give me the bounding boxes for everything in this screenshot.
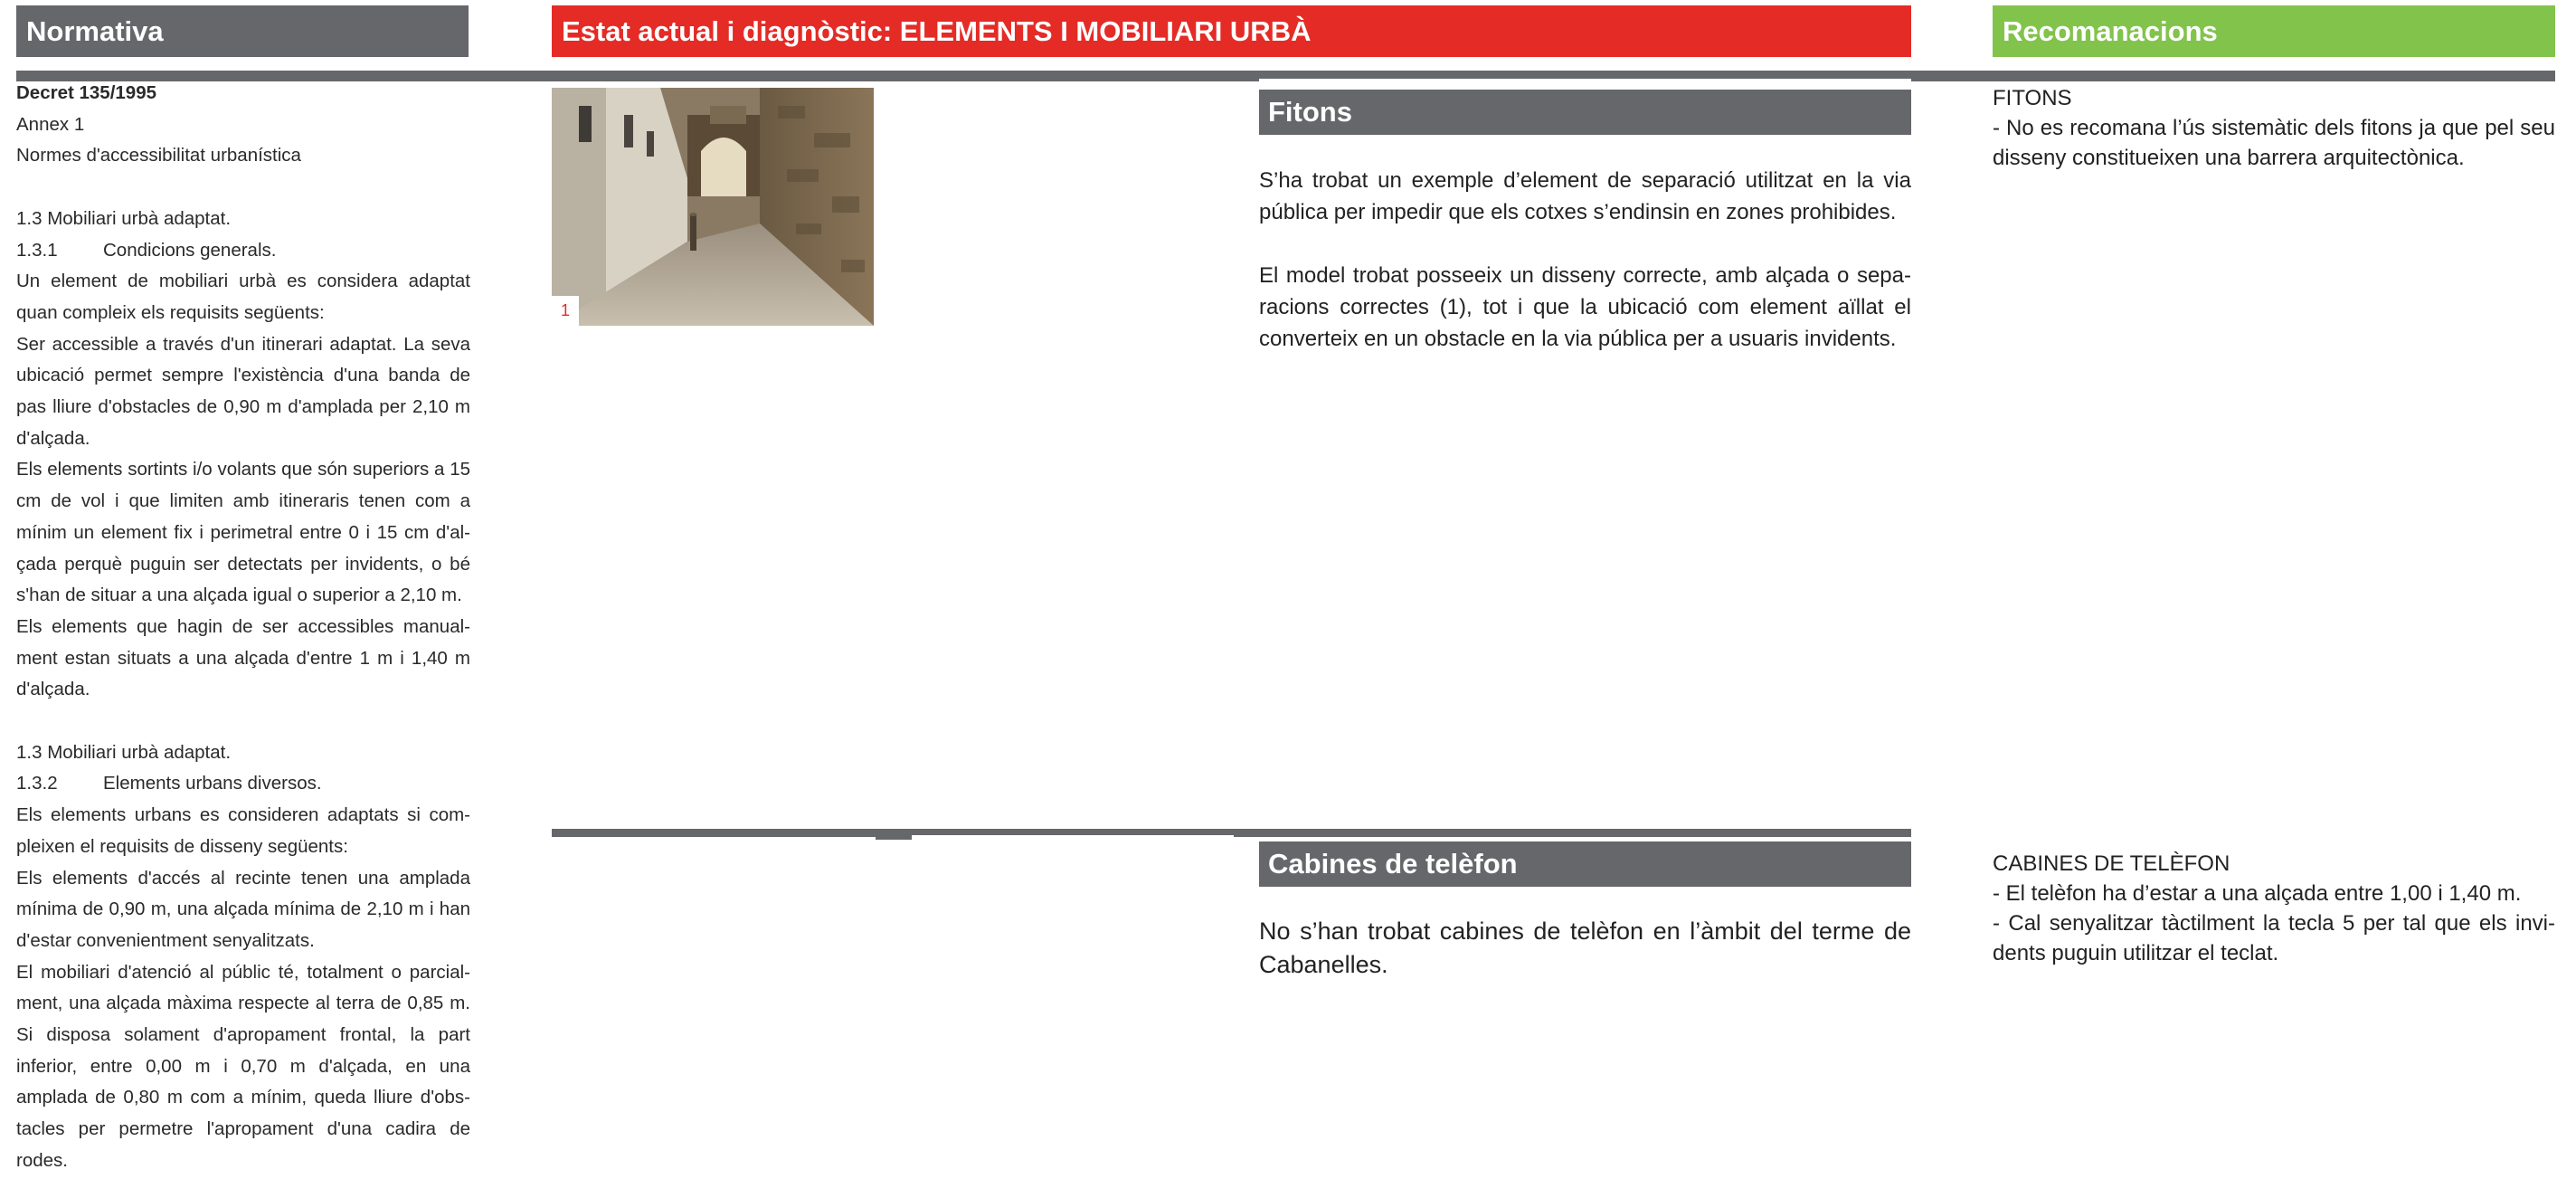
rec-fitons-title: FITONS: [1993, 86, 2072, 110]
section-1-paragraph: Ser accessible a través d'un itinerari a…: [16, 333, 470, 449]
fitons-text: S’ha trobat un exemple d’element de sepa…: [1259, 165, 1911, 355]
section-2-paragraph: Els elements d'accés al recinte tenen un…: [16, 867, 470, 951]
recomanacions-cabines: CABINES DE TELÈFON - El telèfon ha d’est…: [1993, 849, 2555, 968]
normes-label: Normes d'accessibilitat urbanística: [16, 145, 301, 166]
section-2-sub-label: Elements urbans diversos.: [103, 773, 322, 794]
estat-actual-header: Estat actual i diagnòstic: ELEMENTS I MO…: [552, 5, 1911, 57]
top-divider-light: [1259, 79, 1911, 81]
normativa-column: Decret 135/1995 Annex 1 Normes d'accessi…: [16, 78, 470, 1177]
recomanacions-fitons: FITONS - No es recomana l’ús sistemàtic …: [1993, 83, 2555, 173]
fitons-paragraph: El model trobat posseeix un disseny corr…: [1259, 263, 1911, 351]
section-2-subtitle: 1.3.2 Elements urbans diversos.: [16, 768, 470, 800]
middle-divider-tab: [876, 837, 912, 840]
fitons-paragraph: S’ha trobat un exemple d’element de sepa…: [1259, 168, 1911, 224]
recomanacions-header: Recomanacions: [1993, 5, 2555, 57]
section-1-title: 1.3 Mobiliari urbà adaptat.: [16, 207, 232, 229]
normativa-header: Normativa: [16, 5, 469, 57]
rec-cabines-item: - Cal senyalitzar tàctilment la tecla 5 …: [1993, 911, 2555, 965]
fitons-section-header: Fitons: [1259, 90, 1911, 135]
section-2-sub-number: 1.3.2: [16, 773, 58, 794]
section-1-sub-label: Condicions generals.: [103, 239, 277, 261]
section-1-paragraph: Els elements que hagin de ser accessible…: [16, 615, 470, 700]
rec-cabines-item: - El telèfon ha d’estar a una alçada ent…: [1993, 881, 2522, 906]
street-bollard-photo: [552, 88, 874, 326]
annex-label: Annex 1: [16, 113, 85, 135]
decret-title: Decret 135/1995: [16, 82, 157, 103]
section-1-paragraph: Els elements sortints i/o volants que só…: [16, 459, 470, 606]
rec-fitons-item: - No es recomana l’ús sistemàtic dels fi…: [1993, 116, 2555, 170]
section-2-title: 1.3 Mobiliari urbà adaptat.: [16, 741, 232, 763]
middle-divider-light: [912, 835, 1234, 838]
cabines-text: No s’han trobat cabines de telèfon en l’…: [1259, 915, 1911, 982]
section-1-subtitle: 1.3.1 Condicions generals.: [16, 235, 470, 267]
cabines-section-header: Cabines de telèfon: [1259, 841, 1911, 887]
section-1-paragraph: Un element de mobiliari urbà es consider…: [16, 271, 470, 323]
section-1-sub-number: 1.3.1: [16, 239, 58, 261]
cabines-paragraph: No s’han trobat cabines de telèfon en l’…: [1259, 918, 1911, 978]
photo-number-label: 1: [552, 296, 579, 326]
section-2-paragraph: Els elements urbans es consideren adapta…: [16, 804, 470, 857]
section-2-paragraph: El mobiliari d'atenció al públic té, tot…: [16, 961, 470, 1171]
rec-cabines-title: CABINES DE TELÈFON: [1993, 851, 2230, 876]
